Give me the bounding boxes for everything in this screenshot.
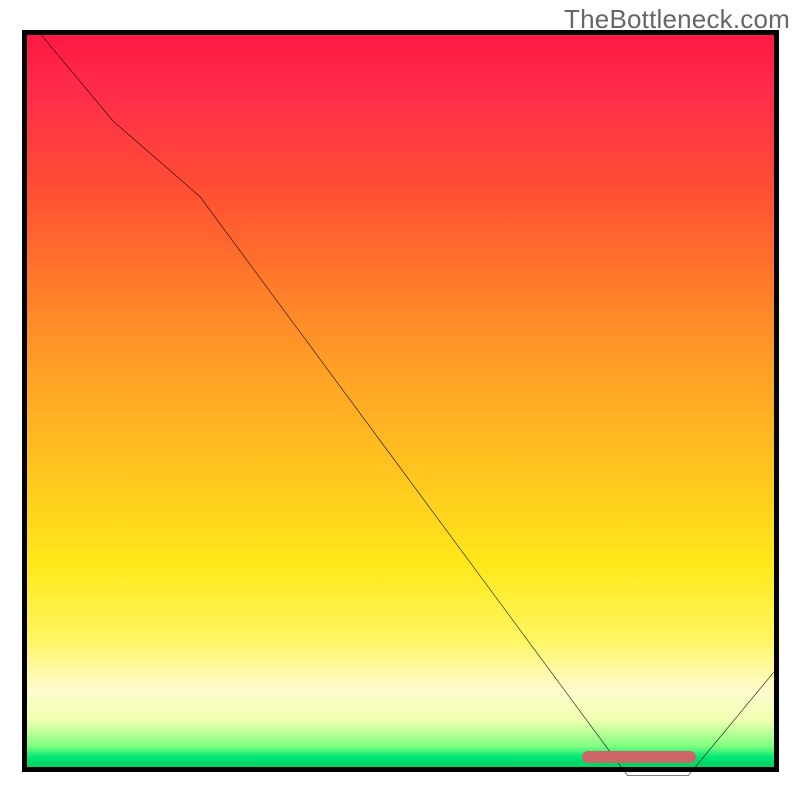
watermark-text: TheBottleneck.com bbox=[564, 4, 790, 35]
chart-container: TheBottleneck.com bbox=[0, 0, 800, 800]
bottleneck-curve bbox=[22, 30, 779, 787]
optimal-range-marker bbox=[582, 751, 696, 763]
plot-area bbox=[22, 30, 779, 772]
